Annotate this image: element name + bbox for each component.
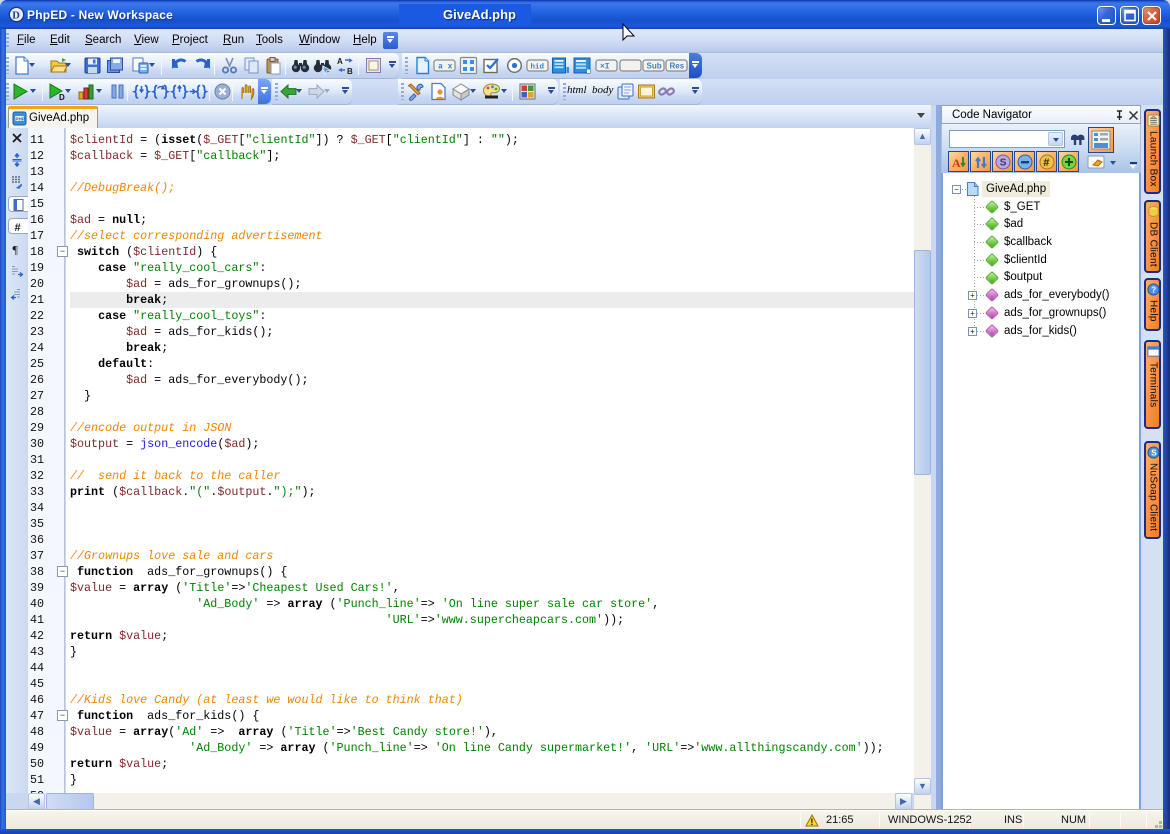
svg-text:!: ! xyxy=(810,817,813,827)
svg-text:A: A xyxy=(337,57,343,66)
svg-text:S: S xyxy=(1151,448,1157,458)
svg-text:?: ? xyxy=(1151,285,1156,295)
svg-text:A: A xyxy=(952,156,961,170)
svg-text:a x: a x xyxy=(438,63,453,72)
svg-text:Sub: Sub xyxy=(647,62,662,71)
svg-text:¶: ¶ xyxy=(13,243,19,257)
svg-text:hid: hid xyxy=(531,64,545,72)
svg-text:PHP: PHP xyxy=(15,117,24,122)
svg-text:Res: Res xyxy=(670,62,685,71)
svg-text:B: B xyxy=(347,67,353,76)
svg-text:D: D xyxy=(12,11,20,22)
svg-text:#: # xyxy=(14,222,20,234)
svg-text:#: # xyxy=(1043,157,1049,169)
svg-text:×I: ×I xyxy=(600,63,610,72)
svg-text:S: S xyxy=(1000,158,1007,169)
